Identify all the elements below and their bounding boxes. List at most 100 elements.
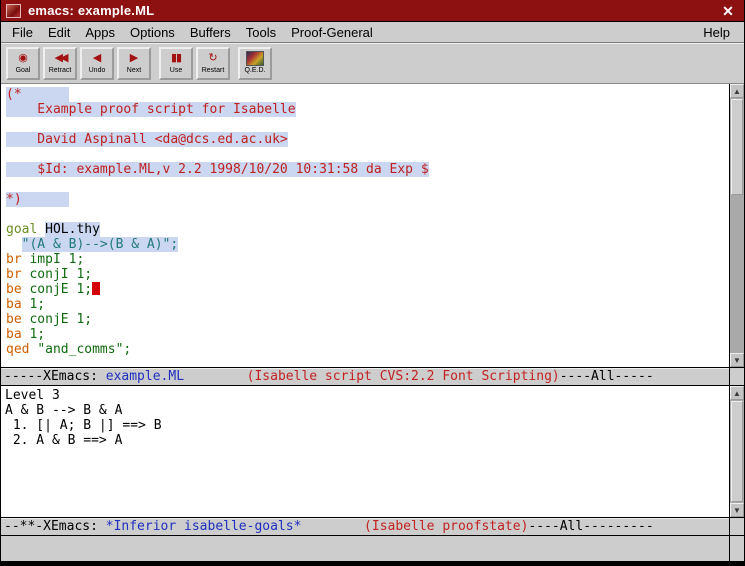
scroll-down-icon[interactable]: ▼	[730, 503, 744, 517]
menu-item-buffers[interactable]: Buffers	[183, 23, 239, 42]
menu-item-edit[interactable]: Edit	[41, 23, 78, 42]
text-segment: -----XEmacs:	[4, 369, 106, 384]
text-segment: impI 1;	[29, 252, 84, 267]
text-segment: conjE 1;	[29, 282, 92, 297]
toolbar-button-label: Next	[127, 66, 141, 75]
toolbar-buttons: ◉Goal◀◀Retract◀Undo▶Next▮▮Use↻RestartQ.E…	[6, 47, 272, 80]
next-icon: ▶	[130, 51, 138, 66]
text-segment: qed	[6, 342, 29, 357]
window-title: emacs: example.ML	[28, 3, 154, 18]
text-segment: 1;	[29, 297, 45, 312]
minibuffer[interactable]	[1, 536, 729, 561]
use-icon: ▮▮	[171, 51, 181, 66]
text-line	[6, 147, 729, 162]
toolbar-button-label: Goal	[16, 66, 31, 75]
menu-items: FileEditAppsOptionsBuffersToolsProof-Gen…	[5, 23, 381, 42]
toolbar-button-q-e-d[interactable]: Q.E.D.	[238, 47, 272, 80]
script-buffer[interactable]: (* Example proof script for Isabelle Dav…	[1, 84, 729, 367]
toolbar-button-label: Q.E.D.	[244, 66, 265, 75]
undo-icon: ◀	[93, 51, 101, 66]
goals-modeline[interactable]: --**-XEmacs: *Inferior isabelle-goals* (…	[1, 517, 729, 536]
toolbar-button-label: Restart	[202, 66, 225, 75]
toolbar-button-label: Retract	[49, 66, 72, 75]
text-segment: (*	[6, 87, 69, 102]
text-line: goal HOL.thy	[6, 222, 729, 237]
text-segment	[6, 237, 22, 252]
text-segment: 1. [| A; B |] ==> B	[5, 418, 162, 433]
text-line: Level 3	[5, 388, 729, 403]
menu-item-apps[interactable]: Apps	[78, 23, 123, 42]
text-segment: (Isabelle proofstate)	[364, 519, 528, 534]
text-segment: br	[6, 252, 22, 267]
toolbar: ◉Goal◀◀Retract◀Undo▶Next▮▮Use↻RestartQ.E…	[1, 43, 744, 84]
goals-scrollbar[interactable]: ▲ ▼	[730, 386, 744, 517]
goals-scrollbar-trough[interactable]	[730, 400, 744, 503]
text-line: $Id: example.ML,v 2.2 1998/10/20 10:31:5…	[6, 162, 729, 177]
text-line: qed "and_comms";	[6, 342, 729, 357]
text-segment: "(A & B)-->(B & A)";	[22, 237, 179, 252]
text-line: 2. A & B ==> A	[5, 433, 729, 448]
editor-scrollbar[interactable]: ▲ ▼	[730, 84, 744, 367]
text-line: br conjI 1;	[6, 267, 729, 282]
text-segment: "and_comms";	[37, 342, 131, 357]
editor-scrollbar-thumb[interactable]	[731, 99, 743, 195]
menu-item-options[interactable]: Options	[123, 23, 183, 42]
restart-icon: ↻	[208, 51, 217, 66]
text-line	[6, 207, 729, 222]
text-segment	[301, 519, 364, 534]
text-segment: A & B --> B & A	[5, 403, 122, 418]
text-line: ba 1;	[6, 297, 729, 312]
goals-buffer[interactable]: Level 3A & B --> B & A 1. [| A; B |] ==>…	[1, 386, 729, 517]
text-line	[6, 177, 729, 192]
text-line: A & B --> B & A	[5, 403, 729, 418]
toolbar-button-use[interactable]: ▮▮Use	[159, 47, 193, 80]
goals-scrollbar-thumb[interactable]	[731, 401, 743, 502]
emacs-window: emacs: example.ML ✕ FileEditAppsOptionsB…	[0, 0, 745, 561]
menu-item-tools[interactable]: Tools	[239, 23, 284, 42]
text-line: be conjE 1;	[6, 312, 729, 327]
scroll-down-icon[interactable]: ▼	[730, 353, 744, 367]
title-bar[interactable]: emacs: example.ML ✕	[1, 0, 744, 22]
text-line: David Aspinall <da@dcs.ed.ac.uk>	[6, 132, 729, 147]
toolbar-button-retract[interactable]: ◀◀Retract	[43, 47, 77, 80]
text-segment: *Inferior isabelle-goals*	[106, 519, 302, 534]
text-segment: *)	[6, 192, 69, 207]
script-modeline[interactable]: -----XEmacs: example.ML (Isabelle script…	[1, 367, 729, 386]
toolbar-button-label: Use	[170, 66, 182, 75]
toolbar-button-undo[interactable]: ◀Undo	[80, 47, 114, 80]
scroll-up-icon[interactable]: ▲	[730, 84, 744, 98]
toolbar-button-restart[interactable]: ↻Restart	[196, 47, 230, 80]
text-segment: ba	[6, 297, 22, 312]
text-segment: (Isabelle script CVS:2.2 Font Scripting)	[247, 369, 560, 384]
toolbar-button-label: Undo	[89, 66, 106, 75]
text-segment: ----All---------	[528, 519, 653, 534]
text-line	[6, 117, 729, 132]
text-segment: br	[6, 267, 22, 282]
text-segment: conjE 1;	[29, 312, 92, 327]
editor-scrollbar-trough[interactable]	[730, 98, 744, 353]
menu-item-proof-general[interactable]: Proof-General	[284, 23, 381, 42]
text-line: "(A & B)-->(B & A)";	[6, 237, 729, 252]
menu-item-file[interactable]: File	[5, 23, 41, 42]
menu-item-help[interactable]: Help	[693, 23, 740, 42]
toolbar-button-next[interactable]: ▶Next	[117, 47, 151, 80]
text-segment: Example proof script for Isabelle	[6, 102, 296, 117]
text-segment: 1;	[29, 327, 45, 342]
text-line: ba 1;	[6, 327, 729, 342]
scrollbar-gap	[730, 367, 744, 386]
text-segment	[184, 369, 247, 384]
main-area: (* Example proof script for Isabelle Dav…	[1, 84, 744, 561]
text-segment: David Aspinall <da@dcs.ed.ac.uk>	[6, 132, 288, 147]
text-segment: --**-XEmacs:	[4, 519, 106, 534]
scrollbar-spacer	[730, 536, 744, 561]
qed-icon	[246, 51, 264, 66]
text-segment: be	[6, 282, 22, 297]
text-segment: example.ML	[106, 369, 184, 384]
scroll-up-icon[interactable]: ▲	[730, 386, 744, 400]
text-cursor	[92, 282, 100, 295]
toolbar-button-goal[interactable]: ◉Goal	[6, 47, 40, 80]
text-segment: Level 3	[5, 388, 60, 403]
window-menu-icon[interactable]	[6, 4, 21, 18]
text-segment: HOL.thy	[45, 222, 100, 237]
close-icon[interactable]: ✕	[719, 2, 737, 20]
